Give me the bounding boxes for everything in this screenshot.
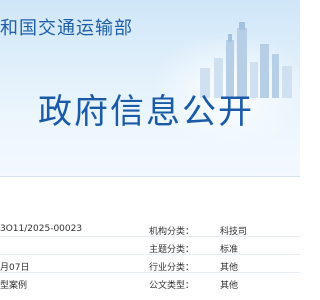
document-index-number: 3O11/2025-00023 (0, 224, 83, 234)
ministry-name[interactable]: 和国交通运输部 (0, 14, 133, 40)
document-type-value: 其他 (220, 281, 239, 291)
metadata-row: 主题分类： 标准 (0, 237, 300, 255)
metadata-row: 3O11/2025-00023 机构分类： 科技司 (0, 219, 300, 237)
page-title: 政府信息公开 (38, 92, 254, 132)
metadata-row: 月07日 行业分类： 其他 (0, 255, 300, 273)
banner-divider (0, 176, 300, 177)
metadata-row: 型案例 公文类型： 其他 (0, 273, 300, 291)
document-title-fragment: 型案例 (0, 281, 28, 291)
document-type-label: 公文类型： (148, 281, 194, 291)
header-banner: 和国交通运输部 政府信息公开 (0, 0, 300, 176)
